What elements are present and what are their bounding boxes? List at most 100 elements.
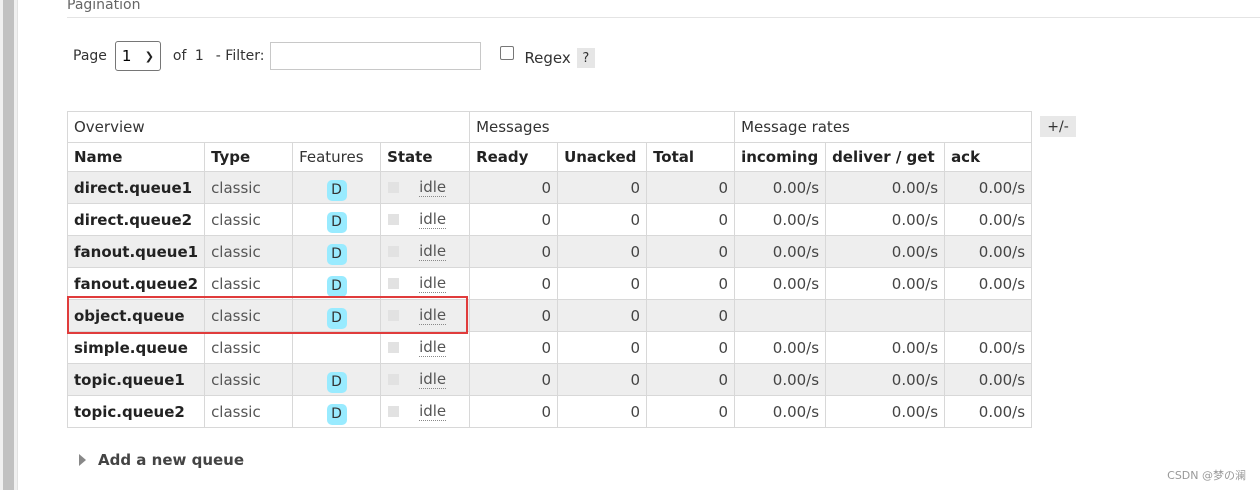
regex-checkbox[interactable] [500,46,515,60]
state-cell: idle [380,235,471,268]
queue-name-link[interactable]: topic.queue1 [66,363,206,396]
queue-state: idle [419,177,447,197]
queue-name-link[interactable]: object.queue [66,299,206,332]
state-cell: idle [380,331,471,364]
column-header-ready[interactable]: Ready [469,142,559,172]
add-queue-toggle[interactable]: Add a new queue [79,451,244,469]
column-header-name[interactable]: Name [66,142,206,172]
features-cell: D [292,203,382,236]
unacked-count: 0 [557,235,648,268]
queue-type: classic [204,171,294,204]
ready-count: 0 [469,203,559,236]
ready-count: 0 [469,299,559,332]
table-row[interactable]: direct.queue2 classic Didle 0 0 0 0.00/s 0.00/s… [66,203,1033,236]
queue-type: classic [204,331,294,364]
vertical-scrollbar[interactable] [0,0,18,490]
state-indicator-icon [388,310,400,321]
state-indicator-icon [388,406,400,417]
deliver-get-rate [825,299,946,332]
column-header-total[interactable]: Total [646,142,736,172]
column-header-state[interactable]: State [380,142,471,172]
table-row[interactable]: direct.queue1 classic Didle 0 0 0 0.00/s 0.00/s… [66,171,1033,204]
table-row[interactable]: fanout.queue2 classic Didle 0 0 0 0.00/s 0.00/s… [66,267,1033,300]
queue-name-link[interactable]: fanout.queue2 [66,267,206,300]
state-cell: idle [380,203,471,236]
ready-count: 0 [469,267,559,300]
features-cell: D [292,395,382,428]
column-header-ack[interactable]: ack [944,142,1033,172]
queue-name-link[interactable]: simple.queue [66,331,206,364]
pagination-controls: Page 1 ❯ of 1 - Filter: Regex ? [73,41,595,71]
state-cell: idle [380,363,471,396]
column-header-type[interactable]: Type [204,142,294,172]
add-queue-label: Add a new queue [98,451,245,469]
unacked-count: 0 [557,203,648,236]
scrollbar-thumb[interactable] [3,0,14,490]
column-header-unacked[interactable]: Unacked [557,142,648,172]
queue-name-link[interactable]: direct.queue2 [66,203,206,236]
queue-state: idle [419,241,447,261]
table-row[interactable]: object.queue classic Didle 0 0 0 [66,299,1033,332]
group-header-message-rates: Message rates [734,111,1033,143]
deliver-get-rate: 0.00/s [825,363,946,396]
deliver-get-rate: 0.00/s [825,171,946,204]
table-row[interactable]: fanout.queue1 classic Didle 0 0 0 0.00/s 0.00/s… [66,235,1033,268]
regex-help-button[interactable]: ? [576,48,595,68]
deliver-get-rate: 0.00/s [825,331,946,364]
column-header-deliver-get[interactable]: deliver / get [825,142,946,172]
unacked-count: 0 [557,299,648,332]
incoming-rate: 0.00/s [734,331,827,364]
queue-type: classic [204,235,294,268]
state-indicator-icon [388,374,400,385]
incoming-rate: 0.00/s [734,203,827,236]
features-cell: D [292,363,382,396]
queue-name-link[interactable]: topic.queue2 [66,395,206,428]
state-cell: idle [380,267,471,300]
toggle-columns-button[interactable]: +/- [1040,116,1076,137]
ack-rate: 0.00/s [944,395,1033,428]
ack-rate: 0.00/s [944,171,1033,204]
features-cell: D [292,267,382,300]
ready-count: 0 [469,395,559,428]
ack-rate: 0.00/s [944,203,1033,236]
queue-name-link[interactable]: fanout.queue1 [66,235,206,268]
table-row[interactable]: topic.queue1 classic Didle 0 0 0 0.00/s 0.00/s 0… [66,363,1033,396]
table-row[interactable]: simple.queue classic idle 0 0 0 0.00/s 0.00/s 0.… [66,331,1033,364]
state-indicator-icon [388,342,400,353]
unacked-count: 0 [557,331,648,364]
ready-count: 0 [469,363,559,396]
durable-badge: D [326,244,347,265]
ack-rate: 0.00/s [944,331,1033,364]
features-cell: D [292,171,382,204]
deliver-get-rate: 0.00/s [825,235,946,268]
queue-name-link[interactable]: direct.queue1 [66,171,206,204]
features-cell [292,331,382,364]
state-indicator-icon [388,246,400,257]
queue-type: classic [204,395,294,428]
state-indicator-icon [388,278,400,289]
durable-badge: D [326,276,347,297]
queue-state: idle [419,273,447,293]
state-cell: idle [380,395,471,428]
incoming-rate: 0.00/s [734,395,827,428]
ack-rate: 0.00/s [944,363,1033,396]
table-row[interactable]: topic.queue2 classic Didle 0 0 0 0.00/s 0.00/s 0… [66,395,1033,428]
page-label: Page [73,48,107,64]
ready-count: 0 [469,331,559,364]
incoming-rate: 0.00/s [734,171,827,204]
page-count: of 1 [173,48,204,64]
deliver-get-rate: 0.00/s [825,267,946,300]
total-count: 0 [646,363,736,396]
filter-input[interactable] [270,42,482,70]
page-select[interactable]: 1 ❯ [114,41,161,71]
total-count: 0 [646,235,736,268]
column-header-incoming[interactable]: incoming [734,142,827,172]
features-cell: D [292,235,382,268]
incoming-rate: 0.00/s [734,363,827,396]
ack-rate: 0.00/s [944,267,1033,300]
durable-badge: D [326,180,347,201]
of-label: of [172,48,187,64]
filter-label: - Filter: [215,48,265,64]
queue-type: classic [204,363,294,396]
unacked-count: 0 [557,267,648,300]
